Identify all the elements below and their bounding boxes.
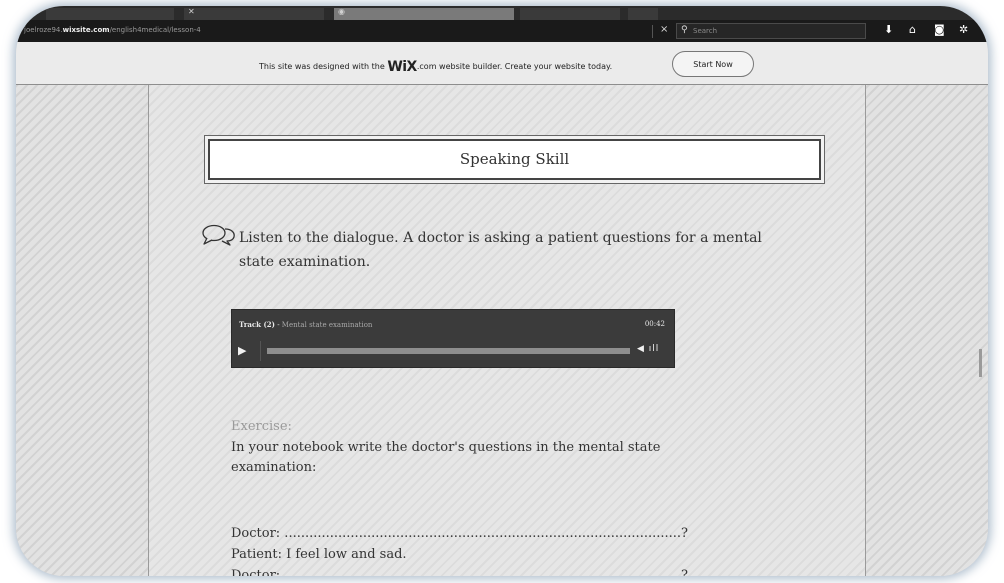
tab-favicon-icon: ✕ xyxy=(188,7,195,16)
progress-bar[interactable] xyxy=(267,348,630,354)
track-duration: 00:42 xyxy=(644,320,665,328)
track-name: Mental state examination xyxy=(281,321,373,329)
content-column: Speaking Skill Listen to the dialogue. A… xyxy=(148,85,866,576)
dialogue-line: Doctor: ................................… xyxy=(231,526,688,541)
wix-text-after: .com website builder. Create your websit… xyxy=(416,62,613,71)
wix-logo: WiX xyxy=(387,59,417,75)
browser-tab[interactable] xyxy=(628,8,658,20)
search-icon: ⚲ xyxy=(681,25,688,35)
instruction-text: Listen to the dialogue. A doctor is aski… xyxy=(239,230,762,270)
url-path: /english4medical/lesson-4 xyxy=(109,26,201,34)
play-icon[interactable]: ▶ xyxy=(238,344,246,357)
url-prefix: joelroze94. xyxy=(24,26,63,34)
wix-banner: This site was designed with the WiX.com … xyxy=(16,42,988,85)
url-domain: wixsite.com xyxy=(62,26,110,34)
url-field[interactable]: joelroze94.wixsite.com/english4medical/l… xyxy=(24,26,201,34)
browser-tab-active[interactable] xyxy=(334,8,514,20)
audio-player: Track (2) - Mental state examination 00:… xyxy=(231,309,675,368)
browser-tab[interactable] xyxy=(46,8,174,20)
page-title: Speaking Skill xyxy=(208,139,821,180)
download-icon[interactable]: ⬇ xyxy=(884,23,893,36)
tab-favicon-icon: ◉ xyxy=(338,7,345,16)
search-input[interactable]: Search xyxy=(693,27,717,35)
search-box[interactable]: ⚲ Search xyxy=(676,23,866,39)
exercise-text: In your notebook write the doctor's ques… xyxy=(231,440,661,475)
browser-tab[interactable] xyxy=(184,8,324,20)
toolbar-divider xyxy=(652,25,653,38)
title-box: Speaking Skill xyxy=(204,135,825,184)
close-icon[interactable]: × xyxy=(660,24,668,35)
start-now-button[interactable]: Start Now xyxy=(672,51,754,77)
exercise-label: Exercise: xyxy=(231,419,292,434)
wix-text-before: This site was designed with the xyxy=(259,62,388,71)
browser-window: ✕ ◉ joelroze94.wixsite.com/english4medic… xyxy=(16,6,988,576)
scrollbar-thumb[interactable] xyxy=(979,349,982,377)
browser-tab[interactable] xyxy=(520,8,620,20)
volume-icon[interactable]: ◀ ıll xyxy=(637,344,659,354)
home-icon[interactable]: ⌂ xyxy=(909,23,916,36)
dialogue-line: Patient: I feel low and sad. xyxy=(231,547,407,562)
track-title: Track (2) - Mental state examination xyxy=(239,320,373,329)
track-label: Track (2) xyxy=(239,320,275,329)
speech-bubbles-icon xyxy=(202,224,235,246)
address-bar: joelroze94.wixsite.com/english4medical/l… xyxy=(16,20,988,42)
dialogue-line: Doctor: ................................… xyxy=(231,568,688,576)
page-background: Speaking Skill Listen to the dialogue. A… xyxy=(16,85,988,576)
player-divider xyxy=(260,341,261,361)
wix-banner-text: This site was designed with the WiX.com … xyxy=(259,57,613,75)
pocket-icon[interactable]: ◙ xyxy=(934,23,945,36)
tab-strip: ✕ ◉ xyxy=(16,6,988,20)
extension-icon[interactable]: ✲ xyxy=(959,23,968,36)
